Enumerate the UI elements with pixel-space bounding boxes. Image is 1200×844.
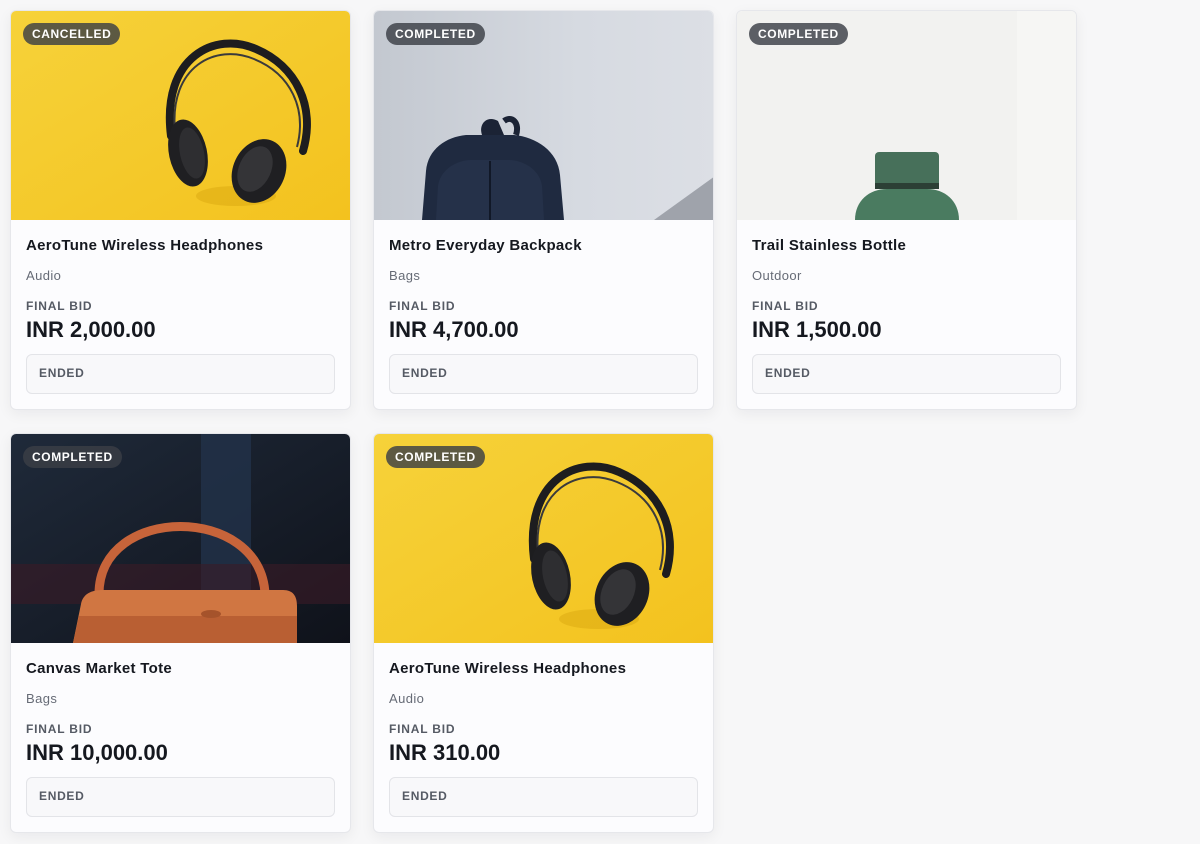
- final-bid-amount: INR 1,500.00: [752, 317, 882, 342]
- auction-status-ended: ENDED: [26, 777, 335, 817]
- product-title[interactable]: Metro Everyday Backpack: [389, 236, 698, 256]
- final-bid-label: FINAL BID: [26, 299, 93, 313]
- auction-card[interactable]: COMPLETED Trail Stainless Bottle Outdoor…: [736, 10, 1077, 410]
- final-bid-label: FINAL BID: [26, 722, 93, 736]
- auction-status-ended: ENDED: [26, 354, 335, 394]
- final-bid-amount: INR 2,000.00: [26, 317, 156, 342]
- final-bid-amount: INR 310.00: [389, 740, 501, 765]
- product-category: Outdoor: [752, 268, 802, 283]
- status-badge: COMPLETED: [386, 23, 485, 45]
- product-title[interactable]: AeroTune Wireless Headphones: [26, 236, 335, 256]
- product-image-headphones: COMPLETED: [374, 434, 713, 643]
- product-image-bottle: COMPLETED: [737, 11, 1076, 220]
- status-badge: COMPLETED: [386, 446, 485, 468]
- auction-status-ended: ENDED: [389, 777, 698, 817]
- status-badge: COMPLETED: [749, 23, 848, 45]
- status-badge: CANCELLED: [23, 23, 121, 45]
- product-category: Audio: [26, 268, 62, 283]
- product-image-headphones: CANCELLED: [11, 11, 350, 220]
- final-bid-amount: INR 10,000.00: [26, 740, 168, 765]
- product-category: Bags: [26, 691, 58, 706]
- status-badge: COMPLETED: [23, 446, 122, 468]
- auction-results-grid: CANCELLED AeroTune Wireless Headphones A…: [0, 0, 1200, 844]
- final-bid-label: FINAL BID: [389, 722, 456, 736]
- product-title[interactable]: Trail Stainless Bottle: [752, 236, 1061, 256]
- final-bid-amount: INR 4,700.00: [389, 317, 519, 342]
- auction-status-ended: ENDED: [752, 354, 1061, 394]
- product-category: Audio: [389, 691, 425, 706]
- auction-card[interactable]: COMPLETED AeroTune Wireless Headphones A…: [373, 433, 714, 833]
- product-title[interactable]: Canvas Market Tote: [26, 659, 335, 679]
- auction-card[interactable]: COMPLETED Metro Everyday Backpack Bags F…: [373, 10, 714, 410]
- auction-card[interactable]: COMPLETED Canvas Market Tote Bags FINAL …: [10, 433, 351, 833]
- final-bid-label: FINAL BID: [752, 299, 819, 313]
- final-bid-label: FINAL BID: [389, 299, 456, 313]
- product-image-handbag: COMPLETED: [11, 434, 350, 643]
- product-image-backpack: COMPLETED: [374, 11, 713, 220]
- product-title[interactable]: AeroTune Wireless Headphones: [389, 659, 698, 679]
- auction-status-ended: ENDED: [389, 354, 698, 394]
- product-category: Bags: [389, 268, 421, 283]
- auction-card[interactable]: CANCELLED AeroTune Wireless Headphones A…: [10, 10, 351, 410]
